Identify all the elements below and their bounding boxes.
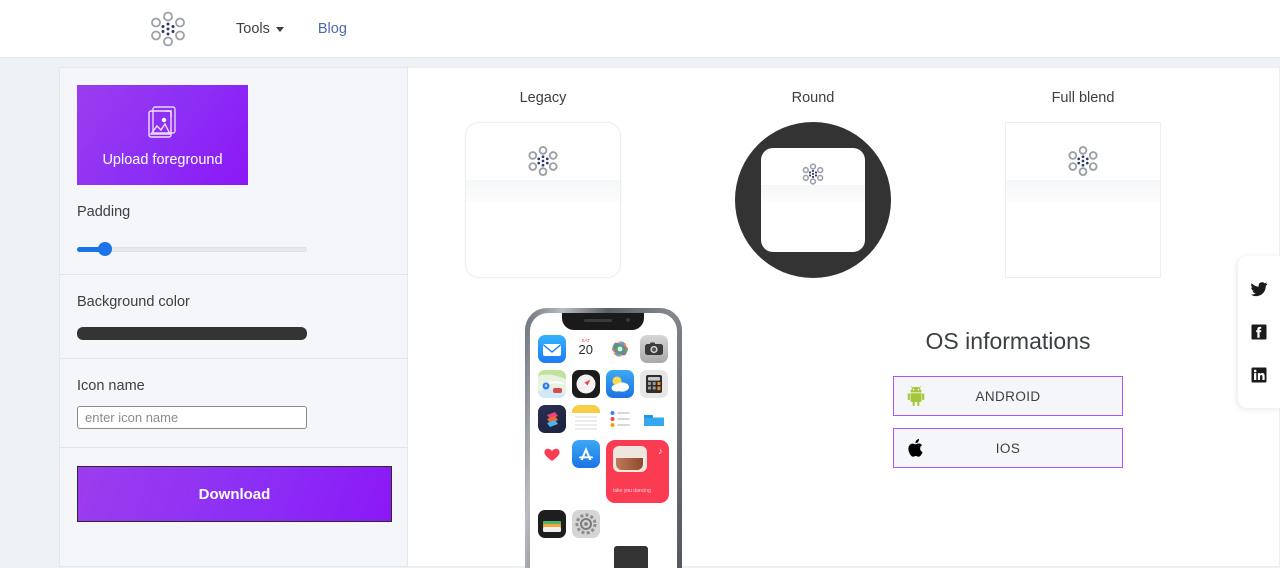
icon-name-input[interactable] bbox=[77, 406, 307, 429]
background-color-panel: Background color bbox=[60, 275, 407, 359]
download-button[interactable]: Download bbox=[77, 466, 392, 522]
android-icon bbox=[904, 384, 928, 408]
health-app-icon[interactable] bbox=[537, 440, 566, 468]
music-note-icon: ♪ bbox=[658, 446, 663, 456]
preview-round-inner bbox=[761, 148, 865, 252]
preview-round: Round bbox=[678, 90, 948, 278]
os-informations-title: OS informations bbox=[925, 328, 1091, 354]
chevron-down-icon bbox=[275, 27, 284, 32]
page-body: Upload foreground Padding Background col… bbox=[0, 58, 1280, 568]
preview-legacy-tile[interactable] bbox=[465, 122, 621, 278]
twitter-icon[interactable] bbox=[1247, 277, 1271, 301]
appstore-app-icon[interactable] bbox=[571, 440, 600, 468]
upload-foreground-label: Upload foreground bbox=[102, 151, 223, 168]
padding-slider[interactable] bbox=[77, 242, 307, 256]
generated-app-icon bbox=[613, 546, 648, 568]
music-widget-text: take you dancing bbox=[613, 488, 651, 494]
os-option-ios[interactable]: IOS bbox=[893, 428, 1123, 468]
tile-seam bbox=[1006, 180, 1160, 202]
notch-camera bbox=[626, 318, 630, 322]
preview-round-title: Round bbox=[791, 90, 835, 106]
os-option-ios-label: IOS bbox=[995, 440, 1021, 456]
linkedin-icon[interactable] bbox=[1247, 363, 1271, 387]
os-option-android-label: ANDROID bbox=[975, 388, 1041, 404]
nav-item-blog-label: Blog bbox=[317, 20, 347, 37]
camera-app-icon[interactable] bbox=[640, 335, 669, 363]
icon-name-label: Icon name bbox=[77, 378, 145, 394]
nav-item-tools[interactable]: Tools bbox=[236, 21, 284, 37]
preview-legacy: Legacy bbox=[408, 90, 678, 278]
preview-legacy-title: Legacy bbox=[519, 90, 567, 106]
preview-logo-icon bbox=[1066, 144, 1100, 183]
preview-logo-icon bbox=[526, 144, 560, 183]
os-informations-section: OS informations ANDROID IOS bbox=[798, 300, 1218, 568]
padding-label: Padding bbox=[77, 204, 131, 220]
os-option-android[interactable]: ANDROID bbox=[893, 376, 1123, 416]
calendar-app-icon[interactable]: SAT 20 bbox=[571, 335, 600, 363]
weather-app-icon[interactable] bbox=[606, 370, 634, 398]
music-widget[interactable]: ♪ take you dancing bbox=[606, 440, 669, 503]
lower-row: SAT 20 ♪ take you dancing OS information… bbox=[408, 278, 1279, 568]
background-color-label: Background color bbox=[77, 294, 190, 310]
phone-mockup: SAT 20 ♪ take you dancing bbox=[524, 308, 682, 568]
apple-icon bbox=[904, 436, 928, 460]
nav-item-tools-label: Tools bbox=[236, 20, 270, 37]
maps-app-icon[interactable] bbox=[537, 370, 566, 398]
preview-main: Legacy Round Full blend SAT 20 ♪ take yo… bbox=[408, 67, 1280, 568]
notch-speaker bbox=[584, 319, 612, 322]
preview-logo-icon bbox=[801, 162, 825, 191]
calendar-date: 20 bbox=[578, 342, 593, 357]
preview-fullblend-tile[interactable] bbox=[1005, 122, 1161, 278]
nav-item-blog[interactable]: Blog bbox=[318, 21, 347, 37]
photos-app-icon[interactable] bbox=[606, 335, 634, 363]
calculator-app-icon[interactable] bbox=[640, 370, 669, 398]
settings-sidebar: Upload foreground Padding Background col… bbox=[59, 67, 408, 567]
phone-notch bbox=[562, 313, 644, 330]
download-panel: Download bbox=[60, 448, 407, 540]
facebook-icon[interactable] bbox=[1247, 320, 1271, 344]
social-share-rail bbox=[1238, 256, 1280, 408]
compass-app-icon[interactable] bbox=[571, 370, 600, 398]
settings-app-icon[interactable] bbox=[571, 510, 600, 538]
mail-app-icon[interactable] bbox=[537, 335, 566, 363]
notes-app-icon[interactable] bbox=[571, 405, 600, 433]
preview-row: Legacy Round Full blend bbox=[408, 68, 1279, 278]
upload-foreground-button[interactable]: Upload foreground bbox=[77, 85, 248, 185]
tile-seam bbox=[466, 180, 620, 202]
preview-round-tile[interactable] bbox=[735, 122, 891, 278]
icon-name-panel: Icon name bbox=[60, 359, 407, 448]
wallet-app-icon[interactable] bbox=[537, 510, 566, 538]
files-app-icon[interactable] bbox=[640, 405, 669, 433]
preview-fullblend-title: Full blend bbox=[1051, 90, 1115, 106]
site-header: Tools Blog bbox=[0, 0, 1280, 58]
preview-fullblend: Full blend bbox=[948, 90, 1218, 278]
music-widget-artwork bbox=[613, 446, 647, 472]
background-color-swatch[interactable] bbox=[77, 327, 307, 340]
phone-mockup-column: SAT 20 ♪ take you dancing bbox=[408, 300, 798, 568]
main-nav: Tools Blog bbox=[236, 21, 347, 37]
padding-slider-thumb[interactable] bbox=[98, 242, 112, 256]
reminders-app-icon[interactable] bbox=[606, 405, 634, 433]
upload-panel: Upload foreground Padding bbox=[60, 68, 407, 275]
images-stack-icon bbox=[147, 105, 176, 138]
phone-screen: SAT 20 ♪ take you dancing bbox=[529, 313, 677, 568]
home-screen-app-grid: SAT 20 ♪ take you dancing bbox=[537, 335, 669, 538]
site-logo[interactable] bbox=[148, 9, 188, 49]
shortcuts-app-icon[interactable] bbox=[537, 405, 566, 433]
